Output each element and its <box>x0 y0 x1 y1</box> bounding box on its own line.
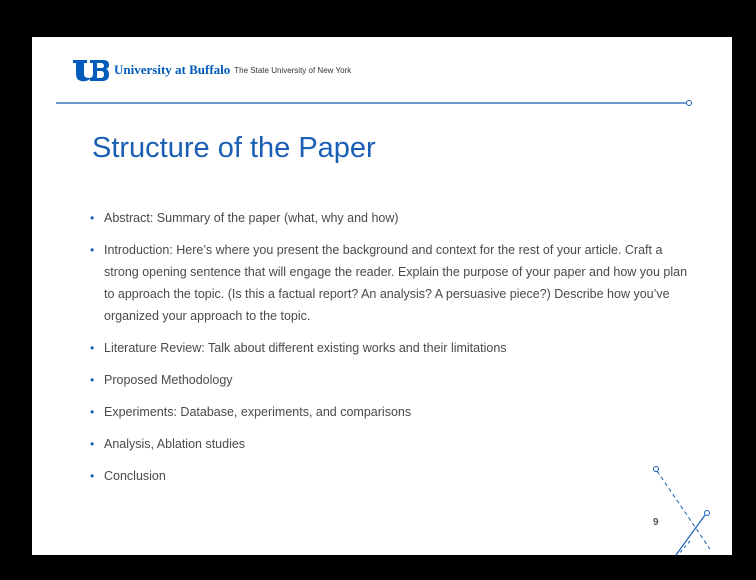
university-name: University at Buffalo <box>114 62 231 77</box>
ub-logo-icon <box>73 60 109 82</box>
bullet-text: Abstract: Summary of the paper (what, wh… <box>104 211 399 225</box>
bullet-item-abstract: • Abstract: Summary of the paper (what, w… <box>90 211 399 225</box>
slide-header: University at Buffalo The State Universi… <box>72 57 351 83</box>
bullet-item-experiments: • Experiments: Database, experiments, and… <box>90 405 412 419</box>
bullet-item-introduction: • Introduction: Here’s where you present … <box>90 243 688 323</box>
bullet-text: Literature Review: Talk about different … <box>104 341 507 355</box>
presentation-slide: University at Buffalo The State Universi… <box>32 37 732 555</box>
bullet-list: • Abstract: Summary of the paper (what, w… <box>90 207 690 497</box>
bullet-text: Experiments: Database, experiments, and … <box>104 405 412 419</box>
bullet-text: Introduction: Here’s where you present t… <box>104 243 688 323</box>
corner-decoration-icon <box>653 466 711 555</box>
bullet-text: Analysis, Ablation studies <box>104 437 246 451</box>
bullet-text: Conclusion <box>104 469 166 483</box>
header-rule <box>56 100 692 106</box>
university-subtitle: The State University of New York <box>234 65 352 75</box>
bullet-item-methodology: • Proposed Methodology <box>90 373 233 387</box>
bullet-item-literature-review: • Literature Review: Talk about different… <box>90 341 507 355</box>
slide-title: Structure of the Paper <box>92 132 376 164</box>
bullet-item-analysis: • Analysis, Ablation studies <box>90 437 246 451</box>
bullet-text: Proposed Methodology <box>104 373 233 387</box>
bullet-item-conclusion: • Conclusion <box>90 469 166 483</box>
